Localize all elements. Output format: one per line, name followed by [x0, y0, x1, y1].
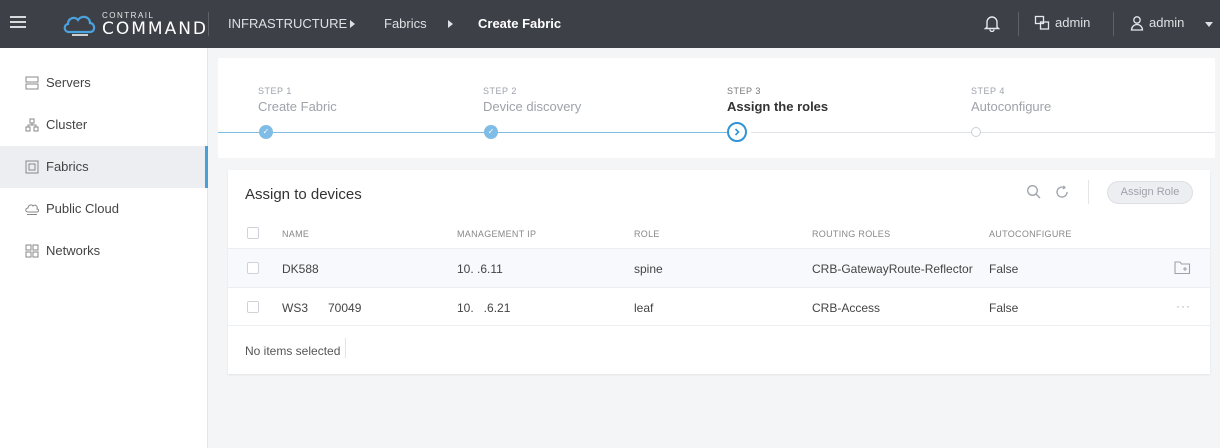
sidebar-item-label: Public Cloud [46, 201, 119, 216]
servers-icon [25, 76, 39, 90]
header-divider [208, 12, 209, 36]
breadcrumb-infrastructure[interactable]: INFRASTRUCTURE [228, 16, 347, 31]
sidebar-item-servers[interactable]: Servers [0, 62, 208, 104]
networks-icon [25, 244, 39, 258]
refresh-icon[interactable] [1054, 184, 1070, 200]
step-number: STEP 4 [971, 86, 1005, 96]
footer-divider [345, 338, 346, 358]
progress-track-remaining [751, 132, 1215, 133]
sidebar-item-public-cloud[interactable]: Public Cloud [0, 188, 208, 230]
breadcrumb-create-fabric: Create Fabric [478, 16, 562, 31]
header-divider [1113, 12, 1114, 36]
panel-title: Assign to devices [245, 186, 362, 203]
sidebar-item-networks[interactable]: Networks [0, 230, 208, 272]
sidebar-item-label: Cluster [46, 117, 88, 132]
cell-management-ip: 10. .6.21 [457, 301, 511, 315]
user-icon [1130, 15, 1144, 31]
step-device-discovery[interactable]: STEP 2 Device discovery [483, 86, 581, 114]
column-header-autoconfigure[interactable]: AUTOCONFIGURE [989, 229, 1072, 239]
table-row[interactable]: WS3 70049 10. .6.21 leaf CRB-Access Fals… [228, 287, 1210, 326]
chevron-right-icon [734, 128, 740, 136]
step-number: STEP 3 [727, 86, 761, 96]
menu-icon[interactable] [10, 13, 26, 35]
row-checkbox[interactable] [247, 301, 259, 313]
step-1-check-icon: ✓ [259, 125, 273, 139]
step-number: STEP 1 [258, 86, 292, 96]
user-menu-chevron-down-icon[interactable] [1205, 22, 1213, 27]
table-header: NAME MANAGEMENT IP ROLE ROUTING ROLES AU… [228, 220, 1210, 248]
user-label: admin [1149, 15, 1185, 31]
step-name: Assign the roles [727, 99, 829, 114]
breadcrumb-separator-icon [350, 20, 355, 28]
row-checkbox[interactable] [247, 262, 259, 274]
more-actions-icon[interactable]: ··· [1176, 299, 1191, 313]
wizard-stepper: STEP 1 Create Fabric STEP 2 Device disco… [218, 58, 1215, 158]
column-header-management-ip[interactable]: MANAGEMENT IP [457, 229, 536, 239]
sidebar-item-label: Servers [46, 75, 91, 90]
step-name: Create Fabric [258, 99, 337, 114]
step-name: Autoconfigure [971, 99, 1052, 114]
step-2-check-icon: ✓ [484, 125, 498, 139]
column-header-name[interactable]: NAME [282, 229, 309, 239]
cluster-icon [25, 118, 39, 132]
progress-track-complete [218, 132, 729, 133]
fabrics-icon [25, 160, 39, 174]
step-name: Device discovery [483, 99, 582, 114]
assign-devices-panel: Assign to devices Assign Role NAME MANAG… [228, 170, 1210, 374]
cell-autoconfigure: False [989, 262, 1019, 276]
cloud-icon [25, 204, 39, 215]
sidebar-item-cluster[interactable]: Cluster [0, 104, 208, 146]
cell-routing-roles: CRB-Access [812, 301, 881, 315]
breadcrumb-fabrics[interactable]: Fabrics [384, 16, 427, 31]
header-divider [1018, 12, 1019, 36]
sidebar-item-fabrics[interactable]: Fabrics [0, 146, 208, 188]
cell-name: WS3 70049 [282, 301, 362, 315]
step-4-pending-icon [971, 127, 981, 137]
user-menu[interactable]: admin [1130, 14, 1184, 31]
tenant-menu[interactable]: admin [1034, 14, 1090, 31]
select-all-checkbox[interactable] [247, 227, 259, 239]
cell-role: leaf [634, 301, 654, 315]
tenant-icon [1034, 15, 1050, 30]
cloud-logo-icon [63, 15, 96, 36]
step-3-current-icon [727, 122, 747, 142]
notification-bell-icon[interactable] [984, 14, 1000, 32]
search-icon[interactable] [1026, 184, 1042, 200]
step-create-fabric[interactable]: STEP 1 Create Fabric [258, 86, 337, 114]
cell-role: spine [634, 262, 663, 276]
cell-name: DK588 [282, 262, 319, 276]
table-row[interactable]: DK588 10. .6.11 spine CRB-GatewayRoute-R… [228, 248, 1210, 287]
tenant-label: admin [1055, 15, 1091, 31]
step-number: STEP 2 [483, 86, 517, 96]
cell-routing-roles: CRB-GatewayRoute-Reflector [812, 262, 973, 276]
cell-management-ip: 10. .6.11 [457, 262, 503, 276]
logo-big-text: COMMAND [102, 19, 209, 39]
cell-autoconfigure: False [989, 301, 1019, 315]
contrail-command-logo[interactable]: CONTRAIL COMMAND [62, 10, 206, 40]
column-header-routing-roles[interactable]: ROUTING ROLES [812, 229, 890, 239]
sidebar: Servers Cluster Fabrics Public Cloud Net… [0, 48, 208, 448]
step-autoconfigure[interactable]: STEP 4 Autoconfigure [971, 86, 1051, 114]
step-assign-roles[interactable]: STEP 3 Assign the roles [727, 86, 828, 114]
selection-status: No items selected [245, 344, 341, 358]
toolbar-divider [1088, 180, 1089, 204]
assign-role-button[interactable]: Assign Role [1107, 181, 1193, 204]
add-to-folder-icon[interactable] [1174, 260, 1191, 275]
sidebar-item-label: Fabrics [46, 159, 89, 174]
top-bar: CONTRAIL COMMAND INFRASTRUCTURE Fabrics … [0, 0, 1220, 48]
sidebar-item-label: Networks [46, 243, 101, 258]
column-header-role[interactable]: ROLE [634, 229, 660, 239]
breadcrumb-separator-icon [448, 20, 453, 28]
